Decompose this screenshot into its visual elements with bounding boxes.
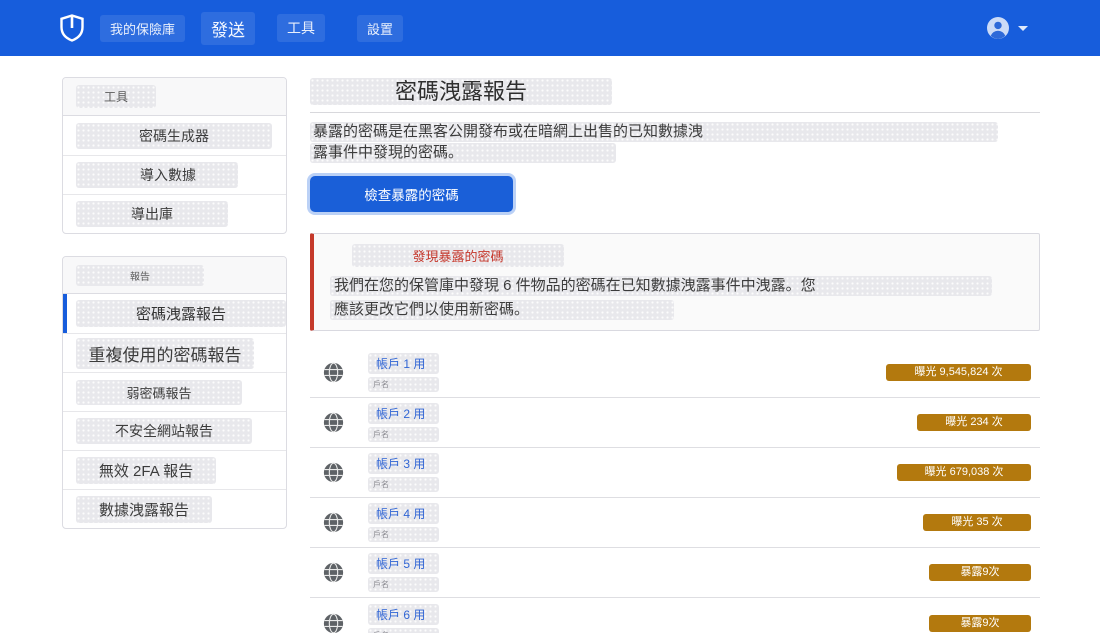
sidebar-item-label: 不安全網站報告 <box>76 418 252 444</box>
sidebar-tools-list: 密碼生成器 導入數據 導出庫 <box>63 116 286 233</box>
item-name-link[interactable]: 帳戶 4 用 <box>368 503 439 524</box>
list-item: 帳戶 4 用 戶名 曝光 35 次 <box>310 498 1040 548</box>
sidebar-reports-header: 報告 <box>63 257 286 294</box>
exposure-count-badge: 曝光 679,038 次 <box>897 464 1031 481</box>
sidebar-item-import-data[interactable]: 導入數據 <box>63 155 286 194</box>
list-item: 帳戶 6 用 戶名 暴露9次 <box>310 598 1040 633</box>
alert-body: 我們在您的保管庫中發現 6 件物品的密碼在已知數據洩露事件中洩露。您 應該更改它… <box>330 276 1023 320</box>
alert-title: 發現暴露的密碼 <box>352 244 1023 267</box>
sidebar-item-weak-passwords-report[interactable]: 弱密碼報告 <box>63 372 286 411</box>
exposure-count-badge: 曝光 9,545,824 次 <box>886 364 1031 381</box>
exposure-count-badge: 曝光 234 次 <box>917 414 1031 431</box>
sidebar-item-reused-passwords-report[interactable]: 重複使用的密碼報告 <box>63 333 286 372</box>
exposure-count-badge: 曝光 35 次 <box>923 514 1031 531</box>
sidebar-tools-header-label: 工具 <box>76 85 156 108</box>
item-text: 帳戶 1 用 戶名 <box>368 353 439 392</box>
item-username: 戶名 <box>368 628 439 633</box>
sidebar-item-label: 密碼洩露報告 <box>76 300 286 327</box>
globe-icon <box>323 412 344 433</box>
nav-menu: 我的保險庫 發送 工具 設置 <box>84 12 403 45</box>
sidebar-item-label: 密碼生成器 <box>76 123 272 149</box>
globe-icon <box>323 362 344 383</box>
list-item: 帳戶 5 用 戶名 暴露9次 <box>310 548 1040 598</box>
globe-icon <box>323 562 344 583</box>
globe-icon <box>323 462 344 483</box>
avatar-icon <box>986 16 1010 40</box>
list-item: 帳戶 3 用 戶名 曝光 679,038 次 <box>310 448 1040 498</box>
sidebar: 工具 密碼生成器 導入數據 導出庫 報告 密碼洩露報告 <box>62 77 287 529</box>
sidebar-item-label: 數據洩露報告 <box>76 496 212 523</box>
nav-item-settings[interactable]: 設置 <box>357 15 403 42</box>
bitwarden-shield-logo <box>60 14 84 42</box>
sidebar-item-label: 無效 2FA 報告 <box>76 457 216 484</box>
content-area: 工具 密碼生成器 導入數據 導出庫 報告 密碼洩露報告 <box>0 56 1100 633</box>
page-title: 密碼洩露報告 <box>310 78 1040 105</box>
item-text: 帳戶 3 用 戶名 <box>368 453 439 492</box>
title-divider <box>310 112 1040 113</box>
nav-item-tools[interactable]: 工具 <box>277 14 325 42</box>
item-text: 帳戶 4 用 戶名 <box>368 503 439 542</box>
chevron-down-icon <box>1018 26 1028 31</box>
sidebar-tools-card: 工具 密碼生成器 導入數據 導出庫 <box>62 77 287 234</box>
list-item: 帳戶 2 用 戶名 曝光 234 次 <box>310 398 1040 448</box>
report-description: 暴露的密碼是在黑客公開發布或在暗網上出售的已知數據洩 露事件中發現的密碼。 <box>310 122 1040 163</box>
sidebar-tools-header: 工具 <box>63 78 286 116</box>
item-username: 戶名 <box>368 377 439 392</box>
top-nav: 我的保險庫 發送 工具 設置 <box>0 0 1100 56</box>
exposure-count-badge: 暴露9次 <box>929 564 1031 581</box>
check-exposed-passwords-button[interactable]: 檢查暴露的密碼 <box>310 176 513 212</box>
item-username: 戶名 <box>368 477 439 492</box>
account-menu-button[interactable] <box>986 16 1028 40</box>
item-username: 戶名 <box>368 527 439 542</box>
nav-item-send[interactable]: 發送 <box>201 12 255 45</box>
list-item: 帳戶 1 用 戶名 曝光 9,545,824 次 <box>310 348 1040 398</box>
sidebar-item-label: 導入數據 <box>76 162 238 188</box>
main-panel: 密碼洩露報告 暴露的密碼是在黑客公開發布或在暗網上出售的已知數據洩 露事件中發現… <box>310 77 1040 633</box>
exposure-count-badge: 暴露9次 <box>929 615 1031 632</box>
item-name-link[interactable]: 帳戶 2 用 <box>368 403 439 424</box>
sidebar-item-exposed-passwords-report[interactable]: 密碼洩露報告 <box>63 294 286 333</box>
sidebar-item-inactive-2fa-report[interactable]: 無效 2FA 報告 <box>63 450 286 489</box>
globe-icon <box>323 512 344 533</box>
item-text: 帳戶 5 用 戶名 <box>368 553 439 592</box>
item-name-link[interactable]: 帳戶 5 用 <box>368 553 439 574</box>
item-name-link[interactable]: 帳戶 3 用 <box>368 453 439 474</box>
nav-item-my-vault[interactable]: 我的保險庫 <box>100 15 185 42</box>
item-name-link[interactable]: 帳戶 1 用 <box>368 353 439 374</box>
sidebar-reports-list: 密碼洩露報告 重複使用的密碼報告 弱密碼報告 不安全網站報告 無效 2FA 報告… <box>63 294 286 528</box>
description-line-1: 暴露的密碼是在黑客公開發布或在暗網上出售的已知數據洩 <box>310 122 998 142</box>
alert-body-line-1: 我們在您的保管庫中發現 6 件物品的密碼在已知數據洩露事件中洩露。您 <box>330 276 992 296</box>
exposed-items-list: 帳戶 1 用 戶名 曝光 9,545,824 次 帳戶 2 用 戶名 <box>310 348 1040 633</box>
item-username: 戶名 <box>368 427 439 442</box>
sidebar-reports-header-label: 報告 <box>76 265 204 286</box>
item-username: 戶名 <box>368 577 439 592</box>
sidebar-item-label: 重複使用的密碼報告 <box>76 338 254 369</box>
sidebar-item-password-generator[interactable]: 密碼生成器 <box>63 116 286 155</box>
page: 我的保險庫 發送 工具 設置 工具 密碼生成器 <box>0 0 1100 633</box>
globe-icon <box>323 613 344 633</box>
sidebar-item-label: 導出庫 <box>76 201 228 227</box>
sidebar-item-data-breach-report[interactable]: 數據洩露報告 <box>63 489 286 528</box>
sidebar-item-unsecured-websites-report[interactable]: 不安全網站報告 <box>63 411 286 450</box>
item-text: 帳戶 2 用 戶名 <box>368 403 439 442</box>
description-line-2: 露事件中發現的密碼。 <box>310 143 616 163</box>
item-text: 帳戶 6 用 戶名 <box>368 604 439 633</box>
item-name-link[interactable]: 帳戶 6 用 <box>368 604 439 625</box>
sidebar-item-label: 弱密碼報告 <box>76 380 242 405</box>
sidebar-reports-card: 報告 密碼洩露報告 重複使用的密碼報告 弱密碼報告 不安全網站報告 無效 2FA… <box>62 256 287 529</box>
exposed-passwords-alert: 發現暴露的密碼 我們在您的保管庫中發現 6 件物品的密碼在已知數據洩露事件中洩露… <box>310 233 1040 331</box>
page-title-text: 密碼洩露報告 <box>310 78 612 105</box>
alert-body-line-2: 應該更改它們以使用新密碼。 <box>330 300 674 320</box>
alert-title-text: 發現暴露的密碼 <box>352 244 564 267</box>
sidebar-item-export-vault[interactable]: 導出庫 <box>63 194 286 233</box>
